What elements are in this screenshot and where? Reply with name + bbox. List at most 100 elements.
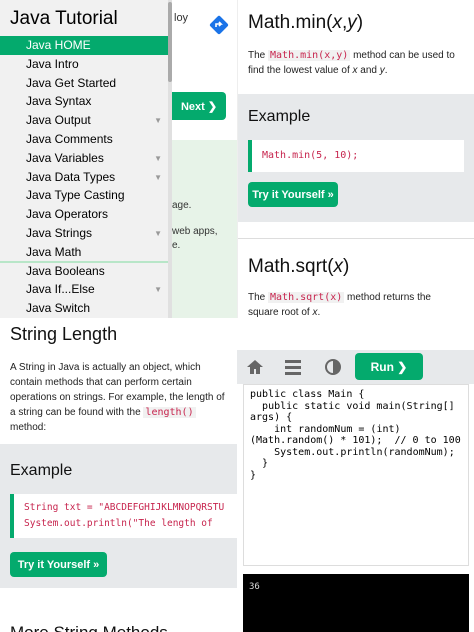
next-section-heading: More String Methods — [10, 623, 168, 632]
sl-para-code: length() — [143, 407, 196, 418]
chevron-down-icon[interactable]: ▼ — [154, 280, 162, 299]
sidebar-item[interactable]: Java Syntax — [0, 92, 168, 111]
next-button[interactable]: Next ❯ — [172, 92, 226, 120]
string-example-block: Example String txt = "ABCDEFGHIJKLMNOPQR… — [0, 444, 237, 588]
bg-text-1: age. — [172, 200, 192, 211]
min-desc-and: and — [357, 65, 380, 76]
sidebar-item[interactable]: Java Strings ▼ — [0, 224, 168, 243]
sidebar-item-label: Java Syntax — [26, 94, 92, 109]
sidebar-item-label: Java Booleans — [26, 263, 105, 278]
min-title: Math.min(x,y) — [248, 12, 363, 34]
chevron-down-icon[interactable]: ▼ — [154, 149, 162, 168]
sidebar-item-label: Java Type Casting — [26, 188, 125, 203]
code-line-2: System.out.println("The length of — [24, 518, 213, 529]
min-code-box: Math.min(5, 10); — [248, 140, 464, 172]
min-title-x: x — [332, 12, 342, 33]
tutorial-pane: loy Next ❯ age. web apps, e. Java Tutori… — [0, 0, 237, 318]
sidebar-item-label: Java Data Types — [26, 169, 116, 184]
min-desc-code: Math.min(x,y) — [268, 50, 351, 61]
min-title-pre: Math.min( — [248, 12, 333, 33]
output-console: 36 — [243, 574, 469, 632]
sqrt-title-pre: Math.sqrt( — [248, 256, 334, 277]
sidebar-scrollbar-thumb[interactable] — [168, 2, 172, 82]
sidebar-item[interactable]: Java If...Else ▼ — [0, 280, 168, 299]
directions-icon[interactable] — [208, 14, 230, 36]
string-code-box: String txt = "ABCDEFGHIJKLMNOPQRSTU Syst… — [10, 494, 237, 538]
theme-toggle-icon[interactable] — [323, 357, 343, 377]
sqrt-desc-end: . — [317, 307, 321, 318]
next-button-label: Next ❯ — [180, 100, 218, 113]
editor-toolbar: Run ❯ — [237, 350, 474, 384]
sl-para-3: operations on strings. For example, the … — [10, 392, 225, 403]
sl-para-2: contain methods that can perform certain — [10, 377, 192, 388]
sidebar-item[interactable]: Java Variables ▼ — [0, 149, 168, 168]
sidebar-item[interactable]: Java Switch — [0, 299, 168, 318]
string-length-description: A String in Java is actually an object, … — [10, 360, 232, 435]
string-length-pane: String Length A String in Java is actual… — [0, 318, 237, 632]
sidebar-item-label: Java Variables — [26, 150, 104, 165]
sidebar-item-label: Java Switch — [26, 301, 91, 316]
sl-para-5: method: — [10, 422, 47, 433]
run-button-label: Run ❯ — [370, 359, 408, 374]
sidebar-item[interactable]: Java Booleans — [0, 262, 168, 281]
sqrt-title-post: ) — [343, 256, 350, 277]
bg-text-3: e. — [172, 240, 181, 251]
min-description: The Math.min(x,y) method can be used to … — [248, 48, 470, 78]
sqrt-desc-1: The — [248, 292, 269, 303]
output-text: 36 — [249, 582, 260, 592]
min-desc-2: method can be used to — [350, 50, 455, 61]
sqrt-desc-3: square root of — [248, 307, 313, 318]
chevron-down-icon[interactable]: ▼ — [154, 168, 162, 187]
sidebar-item[interactable]: Java Comments — [0, 130, 168, 149]
sidebar-item-label: Java HOME — [26, 38, 91, 52]
sidebar-item-label: Java Operators — [26, 207, 109, 222]
math-reference-pane: Math.min(x,y) The Math.min(x,y) method c… — [237, 0, 474, 318]
editor-code[interactable]: public class Main { public static void m… — [244, 385, 468, 485]
sidebar-item-label: Java Strings — [26, 226, 93, 240]
sidebar-item-label: Java Intro — [26, 56, 79, 71]
sidebar-item[interactable]: Java Type Casting — [0, 186, 168, 205]
try-it-yourself-label: Try it Yourself » — [17, 558, 100, 571]
sqrt-desc-code: Math.sqrt(x) — [268, 292, 345, 303]
bg-text-2: web apps, — [172, 226, 218, 237]
menu-icon[interactable] — [283, 357, 303, 377]
header-snippet: loy — [174, 12, 189, 24]
string-length-title: String Length — [10, 324, 118, 344]
sidebar-item[interactable]: Java Output ▼ — [0, 111, 168, 130]
sidebar-item[interactable]: Java Data Types ▼ — [0, 168, 168, 187]
home-icon[interactable] — [245, 357, 265, 377]
sidebar-title: Java Tutorial — [10, 8, 118, 29]
code-editor-pane: Run ❯ public class Main { public static … — [237, 318, 474, 632]
sl-para-4: a string can be found with the — [10, 407, 144, 418]
try-it-yourself-button[interactable]: Try it Yourself » — [10, 552, 107, 577]
sqrt-title: Math.sqrt(x) — [248, 256, 349, 278]
sidebar-item-label: Java Output — [26, 113, 91, 128]
sidebar-item[interactable]: Java Get Started — [0, 74, 168, 93]
code-editor[interactable]: public class Main { public static void m… — [243, 384, 469, 566]
sidebar-item-label: Java Math — [26, 244, 82, 259]
sidebar-item[interactable]: Java Math — [0, 243, 168, 262]
code-line-1: String txt = "ABCDEFGHIJKLMNOPQRSTU — [24, 502, 225, 513]
section-divider — [238, 238, 474, 239]
sqrt-description: The Math.sqrt(x) method returns the squa… — [248, 290, 470, 318]
chevron-down-icon[interactable]: ▼ — [154, 111, 162, 130]
sidebar-item-label: Java Comments — [26, 132, 113, 146]
try-it-yourself-label: Try it Yourself » — [252, 188, 334, 201]
min-code: Math.min(5, 10); — [262, 150, 359, 161]
sqrt-title-x: x — [333, 256, 344, 277]
min-example-block: Example Math.min(5, 10); Try it Yourself… — [238, 94, 474, 222]
sidebar-divider — [0, 261, 168, 263]
sidebar-item[interactable]: Java Intro — [0, 55, 168, 74]
min-desc-end: . — [384, 65, 388, 76]
sidebar-item-label: Java If...Else — [26, 282, 95, 297]
try-it-yourself-button[interactable]: Try it Yourself » — [248, 182, 338, 207]
run-button[interactable]: Run ❯ — [355, 353, 423, 380]
sidebar-item[interactable]: Java Operators — [0, 205, 168, 224]
chevron-down-icon[interactable]: ▼ — [154, 224, 162, 243]
min-title-post: ) — [356, 12, 364, 33]
min-desc-3: find the lowest value of — [248, 65, 353, 76]
sidebar-item[interactable]: Java HOME — [0, 36, 168, 55]
min-desc-1: The — [248, 50, 269, 61]
sidebar-item-label: Java Get Started — [26, 75, 117, 90]
min-title-y: y — [347, 12, 357, 33]
